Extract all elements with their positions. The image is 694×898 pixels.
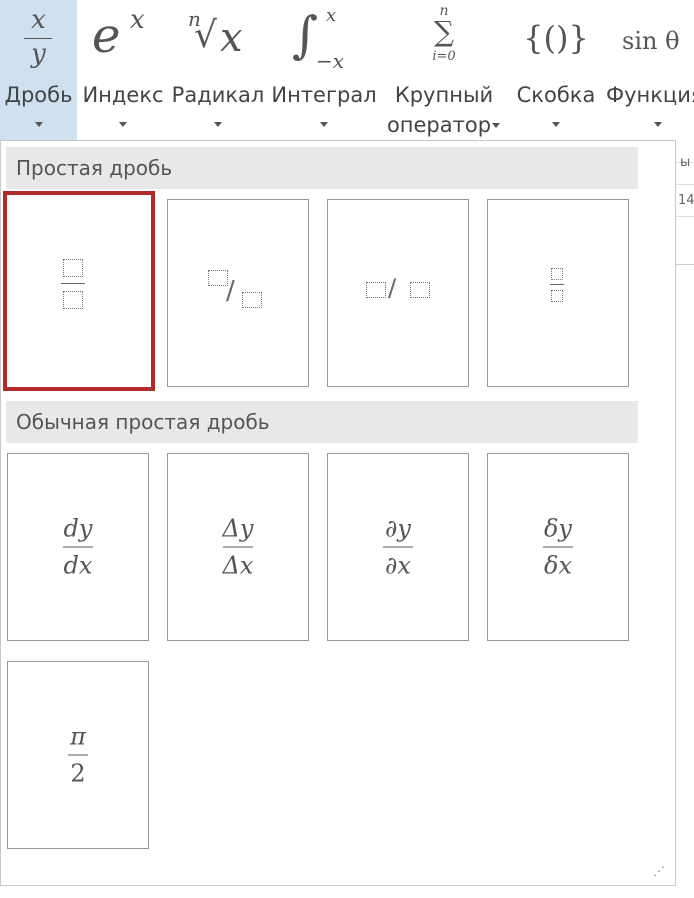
denominator: Δx <box>222 551 254 580</box>
fraction-formula: δy δx <box>488 513 628 582</box>
section-header-common-fraction: Обычная простая дробь <box>6 401 638 443</box>
document-edge: ы 14 <box>676 140 694 270</box>
sum-icon: n ∑ i=0 <box>432 3 456 64</box>
chevron-down-icon <box>34 122 43 127</box>
chevron-down-icon <box>492 123 500 128</box>
bracket-label: Скобка <box>516 83 596 107</box>
fraction-bar <box>223 546 253 548</box>
denominator: ∂x <box>385 551 411 580</box>
script-label: Индекс <box>82 83 164 107</box>
fraction-dy-dx-tile[interactable]: dy dx <box>7 453 149 641</box>
fraction-bar <box>383 546 413 548</box>
numerator: ∂y <box>385 514 411 543</box>
fraction-stacked-tile[interactable] <box>3 191 155 391</box>
fraction-icon: x y <box>0 2 77 76</box>
fraction-gallery: Простая дробь / / Обычная простая дробь … <box>0 140 676 886</box>
integral-button[interactable]: ∫ x −x Интеграл <box>270 0 378 140</box>
fraction-bar <box>61 283 85 284</box>
fraction-label: Дробь <box>4 83 73 107</box>
section-header-simple-fraction: Простая дробь <box>6 147 638 189</box>
script-button[interactable]: e x Индекс <box>82 0 164 140</box>
fraction-bar <box>63 546 93 548</box>
script-icon: e x <box>92 5 145 64</box>
slash-icon: / <box>226 276 235 306</box>
fraction-delta-tile[interactable]: Δy Δx <box>167 453 309 641</box>
fraction-small-delta-tile[interactable]: δy δx <box>487 453 629 641</box>
bracket-button[interactable]: {()} Скобка <box>512 0 600 140</box>
fraction-bar <box>550 284 564 285</box>
integral-icon: ∫ x −x <box>292 5 345 73</box>
fraction-formula: dy dx <box>8 513 148 582</box>
function-button[interactable]: sin θ Функция <box>604 0 694 140</box>
denominator: δx <box>544 551 572 580</box>
denominator-placeholder <box>410 282 430 298</box>
numerator-placeholder <box>208 270 228 286</box>
resize-grip-icon[interactable]: ⋰ <box>653 864 666 878</box>
fraction-bar <box>543 546 573 548</box>
fraction-skewed-tile[interactable]: / <box>167 199 309 387</box>
fraction-small-tile[interactable] <box>487 199 629 387</box>
denominator: dx <box>63 551 93 580</box>
function-icon: sin θ <box>622 27 680 55</box>
large-operator-button[interactable]: n ∑ i=0 Крупный оператор <box>384 0 504 140</box>
chevron-down-icon <box>320 122 328 127</box>
radical-icon: n √ x <box>188 7 243 61</box>
denominator-placeholder <box>242 292 262 308</box>
equation-ribbon: x y Дробь e x Индекс n √ x Радикал ∫ x −… <box>0 0 694 140</box>
fraction-formula: Δy Δx <box>168 513 308 582</box>
function-label: Функция <box>606 83 694 107</box>
fraction-bar <box>68 754 88 756</box>
fraction-formula: ∂y ∂x <box>328 513 468 582</box>
numerator-placeholder <box>551 268 563 280</box>
edge-text: ы <box>680 155 691 170</box>
numerator: Δy <box>222 514 254 543</box>
denominator: 2 <box>70 759 86 788</box>
numerator: π <box>70 722 86 751</box>
numerator-placeholder <box>63 259 83 277</box>
bracket-icon: {()} <box>523 19 589 57</box>
chevron-down-icon <box>214 122 222 127</box>
numerator: dy <box>63 514 93 543</box>
radical-button[interactable]: n √ x Радикал <box>170 0 266 140</box>
denominator-placeholder <box>63 291 83 309</box>
fraction-linear-tile[interactable]: / <box>327 199 469 387</box>
fraction-partial-tile[interactable]: ∂y ∂x <box>327 453 469 641</box>
chevron-down-icon <box>119 122 127 127</box>
denominator-placeholder <box>551 290 563 302</box>
numerator: δy <box>543 514 572 543</box>
chevron-down-icon <box>654 122 662 127</box>
radical-label: Радикал <box>171 83 265 107</box>
large-operator-label-2: оператор <box>386 113 492 137</box>
fraction-button[interactable]: x y Дробь <box>0 0 77 140</box>
integral-label: Интеграл <box>271 83 377 107</box>
edge-number: 14 <box>678 193 694 208</box>
fraction-pi-over-2-tile[interactable]: π 2 <box>7 661 149 849</box>
chevron-down-icon <box>552 122 560 127</box>
large-operator-label: Крупный <box>394 83 494 107</box>
numerator-placeholder <box>366 282 386 298</box>
slash-icon: / <box>388 274 397 302</box>
fraction-formula: π 2 <box>8 721 148 790</box>
